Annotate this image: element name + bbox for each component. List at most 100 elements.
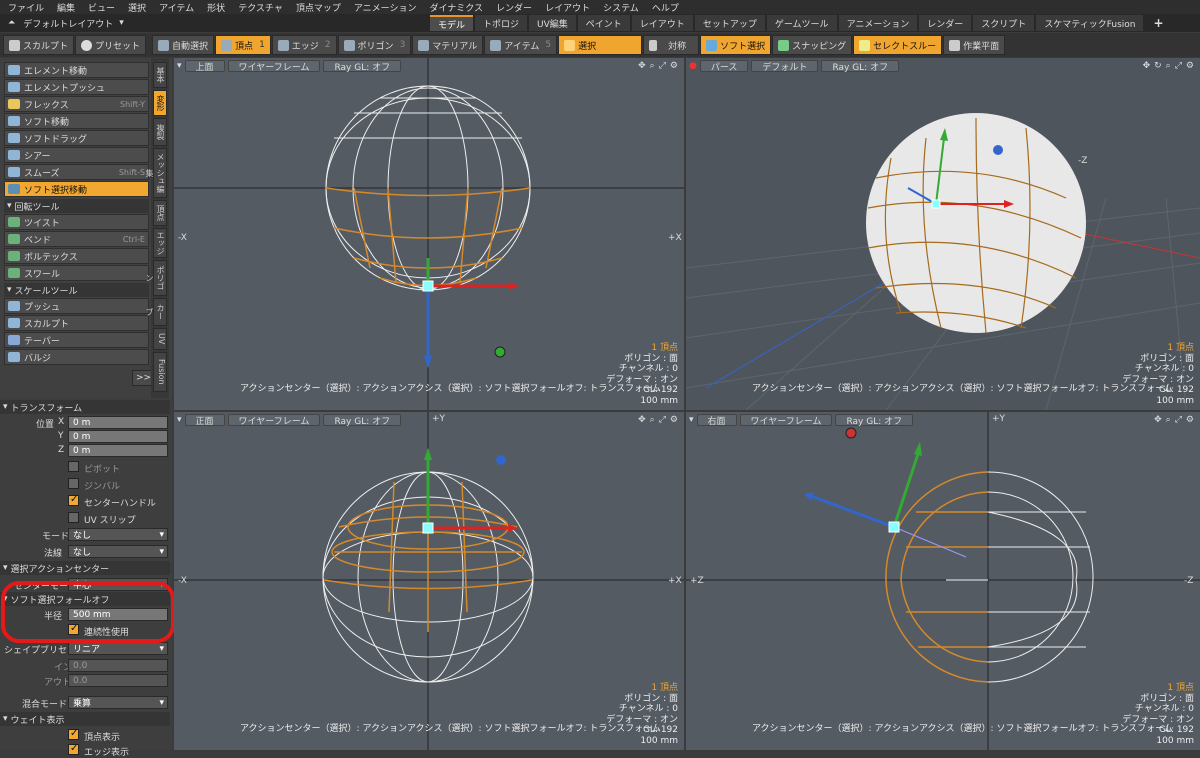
menu-dynamics[interactable]: ダイナミクス — [429, 1, 483, 14]
pivot-checkbox[interactable] — [68, 461, 79, 472]
tab-topology[interactable]: トポロジ — [475, 15, 528, 31]
tab-animation[interactable]: アニメーション — [838, 15, 918, 31]
tab-paint[interactable]: ペイント — [577, 15, 630, 31]
shading-button[interactable]: ワイヤーフレーム — [227, 60, 321, 73]
pan-icon[interactable]: ✥ — [1154, 415, 1162, 425]
uv-slip-checkbox[interactable] — [68, 512, 79, 523]
tool-vortex[interactable]: ボルテックス — [4, 248, 149, 264]
tool-taper[interactable]: テーパー — [4, 332, 149, 348]
tab-duplicate[interactable]: 複製 — [153, 118, 167, 146]
preset-button[interactable]: プリセット — [75, 35, 147, 55]
menu-geometry[interactable]: 形状 — [207, 1, 225, 14]
transform-header[interactable]: ▾ トランスフォーム — [0, 400, 170, 414]
viewport-menu-icon[interactable]: ▾ — [689, 415, 694, 425]
tool-push[interactable]: プッシュ — [4, 298, 149, 314]
maximize-icon[interactable]: ⤢ — [659, 61, 666, 71]
symmetry-button[interactable]: 対称 — [643, 35, 700, 55]
shading-button[interactable]: ワイヤーフレーム — [739, 414, 833, 427]
menu-render[interactable]: レンダー — [496, 1, 532, 14]
position-y-field[interactable]: 0 m — [68, 430, 168, 443]
material-mode-button[interactable]: マテリアル — [412, 35, 484, 55]
item-mode-button[interactable]: アイテム 5 — [484, 35, 558, 55]
action-center-header[interactable]: ▾ 選択アクションセンター — [0, 561, 170, 575]
ray-gl-button[interactable]: Ray GL: オフ — [323, 414, 402, 427]
tool-flex[interactable]: フレックス Shift-Y — [4, 96, 149, 112]
rotate-view-icon[interactable]: ↻ — [1154, 61, 1162, 71]
zoom-icon[interactable]: ⌕ — [650, 415, 655, 425]
menu-system[interactable]: システム — [603, 1, 639, 14]
viewport-top[interactable]: ▾ 上面 ワイヤーフレーム Ray GL: オフ ✥ ⌕ ⤢ ⚙ -X +X ア… — [174, 58, 684, 410]
menu-layout[interactable]: レイアウト — [545, 1, 590, 14]
work-plane-button[interactable]: 作業平面 — [943, 35, 1006, 55]
pan-icon[interactable]: ✥ — [638, 61, 646, 71]
zoom-icon[interactable]: ⌕ — [650, 61, 655, 71]
menu-item[interactable]: アイテム — [159, 1, 194, 14]
ray-gl-button[interactable]: Ray GL: オフ — [835, 414, 914, 427]
tab-deform[interactable]: 変形 — [153, 90, 167, 116]
tab-layout[interactable]: レイアウト — [631, 15, 693, 31]
tool-swirl[interactable]: スワール — [4, 265, 149, 281]
out-field[interactable]: 0.0 — [68, 674, 168, 687]
pan-icon[interactable]: ✥ — [1143, 61, 1151, 71]
normal-select[interactable]: なし ▾ — [68, 545, 168, 558]
tab-curve[interactable]: カーブ — [145, 298, 167, 326]
tool-soft-select-move[interactable]: ソフト選択移動 — [4, 181, 149, 197]
tab-basic[interactable]: 基本 — [153, 62, 167, 88]
center-handle-checkbox[interactable] — [68, 494, 79, 506]
tab-polygon[interactable]: ポリゴン — [145, 260, 167, 296]
gear-icon[interactable]: ⚙ — [670, 61, 678, 71]
rotate-tools-header[interactable]: ▾ 回転ツール — [4, 199, 149, 213]
tab-script[interactable]: スクリプト — [973, 15, 1035, 31]
tab-mesh-edit[interactable]: メッシュ編集 — [145, 148, 167, 198]
zoom-icon[interactable]: ⌕ — [1166, 61, 1171, 71]
tab-render[interactable]: レンダー — [919, 15, 972, 31]
shading-button[interactable]: デフォルト — [751, 60, 819, 73]
tab-edge[interactable]: エッジ — [153, 228, 167, 258]
menu-select[interactable]: 選択 — [128, 1, 146, 14]
menu-animation[interactable]: アニメーション — [354, 1, 417, 14]
tool-soft-move[interactable]: ソフト移動 — [4, 113, 149, 129]
gear-icon[interactable]: ⚙ — [1186, 415, 1194, 425]
weight-display-header[interactable]: ▾ ウェイト表示 — [0, 712, 170, 726]
auto-select-button[interactable]: 自動選択 — [152, 35, 215, 55]
gear-icon[interactable]: ⚙ — [1186, 61, 1194, 71]
add-tab-button[interactable]: + — [1145, 15, 1171, 31]
edge-mode-button[interactable]: エッジ 2 — [271, 35, 337, 55]
viewport-right[interactable]: ▾ 右面 ワイヤーフレーム Ray GL: オフ ✥ ⌕ ⤢ ⚙ +Z -Z +… — [686, 412, 1200, 750]
show-vertex-checkbox[interactable] — [68, 728, 79, 740]
tool-bend[interactable]: ベンド Ctrl-E — [4, 231, 149, 247]
viewport-menu-icon[interactable]: ▾ — [177, 415, 182, 425]
menu-edit[interactable]: 編集 — [57, 1, 75, 14]
tab-vertex[interactable]: 頂点 — [153, 200, 167, 226]
tab-game-tools[interactable]: ゲームツール — [766, 15, 837, 31]
position-z-field[interactable]: 0 m — [68, 444, 168, 457]
tool-shear[interactable]: シアー — [4, 147, 149, 163]
ray-gl-button[interactable]: Ray GL: オフ — [323, 60, 402, 73]
pan-icon[interactable]: ✥ — [638, 415, 646, 425]
gimbal-checkbox[interactable] — [68, 478, 79, 489]
shape-preset-select[interactable]: リニア ▾ — [68, 642, 168, 655]
viewport-menu-icon[interactable]: ▾ — [177, 61, 182, 71]
gear-icon[interactable]: ⚙ — [670, 415, 678, 425]
soft-select-button[interactable]: ソフト選択 — [700, 35, 772, 55]
polygon-mode-button[interactable]: ポリゴン 3 — [337, 35, 412, 55]
tab-model[interactable]: モデル — [430, 15, 474, 31]
tool-bulge[interactable]: バルジ — [4, 349, 149, 365]
ray-gl-button[interactable]: Ray GL: オフ — [821, 60, 900, 73]
viewport-front[interactable]: ▾ 正面 ワイヤーフレーム Ray GL: オフ ✥ ⌕ ⤢ ⚙ -X +X +… — [174, 412, 684, 750]
in-field[interactable]: 0.0 — [68, 659, 168, 672]
tool-element-push[interactable]: エレメントプッシュ — [4, 79, 149, 95]
tab-uv-edit[interactable]: UV編集 — [529, 15, 576, 31]
menu-help[interactable]: ヘルプ — [652, 1, 679, 14]
menu-view[interactable]: ビュー — [88, 1, 115, 14]
view-type-button[interactable]: パース — [699, 60, 749, 73]
maximize-icon[interactable]: ⤢ — [659, 415, 666, 425]
menu-vertex-map[interactable]: 頂点マップ — [296, 1, 341, 14]
vertex-mode-button[interactable]: 頂点 1 — [215, 35, 271, 55]
layout-selector[interactable]: ⏶ デフォルトレイアウト ▾ — [0, 14, 430, 32]
viewport-menu-icon[interactable]: ● — [689, 61, 697, 71]
menu-texture[interactable]: テクスチャ — [238, 1, 283, 14]
tab-setup[interactable]: セットアップ — [694, 15, 765, 31]
mode-select[interactable]: なし ▾ — [68, 528, 168, 541]
tool-element-move[interactable]: エレメント移動 — [4, 62, 149, 78]
